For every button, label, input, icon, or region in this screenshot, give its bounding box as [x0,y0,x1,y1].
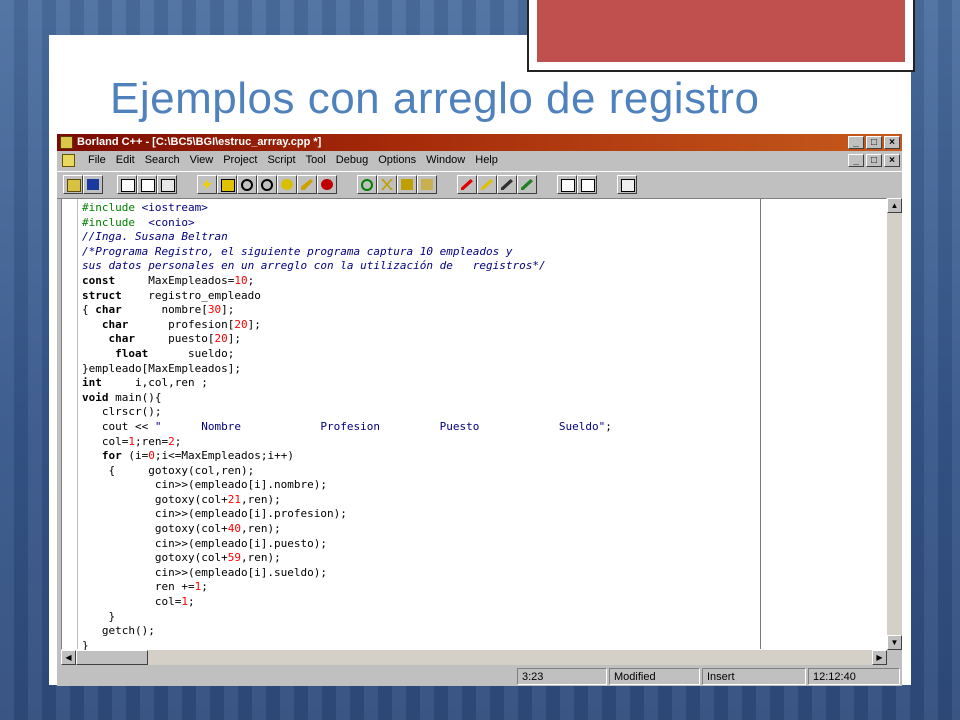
code-line: col=1; [82,595,195,609]
source-code[interactable]: #include <iostream> #include <conio>//Ing… [82,201,612,653]
menu-view[interactable]: View [185,151,219,170]
find-icon[interactable] [237,175,257,194]
pen-icon[interactable] [297,175,317,194]
code-line: const MaxEmpleados=10; [82,273,255,287]
inspect-icon[interactable] [517,175,537,194]
code-line: #include <iostream> [82,201,208,214]
code-line: char puesto[20]; [108,332,241,346]
code-editor[interactable]: #include <iostream> #include <conio>//Ing… [61,198,887,653]
code-line: gotoxy(col+59,ren); [82,551,281,565]
code-line: //Inga. Susana Beltran [82,230,228,244]
cursor-position: 3:23 [517,668,607,685]
doc-restore-button[interactable]: □ [866,154,882,167]
step-icon[interactable] [477,175,497,194]
code-line: gotoxy(col+21,ren); [82,492,281,506]
code-line: sus datos personales en un arreglo con l… [82,259,546,273]
window-icon[interactable] [557,175,577,194]
red-accent-block [537,0,905,62]
menu-project[interactable]: Project [218,151,262,170]
menu-help[interactable]: Help [470,151,503,170]
code-line: int i,col,ren ; [82,376,208,390]
scroll-right-icon[interactable]: ▶ [872,650,887,665]
menu-window[interactable]: Window [421,151,470,170]
open-file-icon[interactable] [63,175,83,194]
close-button[interactable]: × [884,136,900,149]
code-line: float sueldo; [115,346,235,360]
save-icon[interactable] [83,175,103,194]
app-icon[interactable] [60,136,73,149]
menu-file[interactable]: File [83,151,111,170]
editor-gutter [62,199,78,649]
undo-icon[interactable] [357,175,377,194]
code-line: getch(); [82,624,155,638]
replace-icon[interactable] [257,175,277,194]
title-accent-box [527,0,915,72]
breakpoint-icon[interactable] [497,175,517,194]
doc-minimize-button[interactable]: _ [848,154,864,167]
window-titlebar[interactable]: Borland C++ - [C:\BC5\BGI\estruc_arrray.… [57,134,902,151]
status-bar: 3:23 Modified Insert 12:12:40 [57,667,902,686]
code-line: /*Programa Registro, el siguiente progra… [82,244,513,258]
code-line: char profesion[20]; [101,317,261,331]
scroll-down-icon[interactable]: ▼ [887,635,902,650]
code-line: { gotoxy(col,ren); [82,463,255,477]
minimize-button[interactable]: _ [848,136,864,149]
code-line: cin>>(empleado[i].sueldo); [82,565,328,579]
code-line: clrscr(); [82,405,162,419]
code-line: cin>>(empleado[i].profesion); [82,507,347,521]
split-icon[interactable] [577,175,597,194]
code-line: #include <conio> [82,215,195,229]
menu-tool[interactable]: Tool [301,151,331,170]
menu-script[interactable]: Script [262,151,300,170]
project-icon[interactable] [137,175,157,194]
code-line: void main(){ [82,390,162,404]
stop-icon[interactable] [277,175,297,194]
code-line: cin>>(empleado[i].puesto); [82,536,328,550]
clock: 12:12:40 [808,668,900,685]
code-line: }empleado[MaxEmpleados]; [82,361,241,375]
new-file-icon[interactable] [117,175,137,194]
scroll-left-icon[interactable]: ◀ [61,650,76,665]
window-title: Borland C++ - [C:\BC5\BGI\estruc_arrray.… [77,136,322,148]
toolbar [57,171,902,199]
right-margin-line [760,199,761,649]
modified-indicator: Modified [609,668,700,685]
slide-title: Ejemplos con arreglo de registro [110,74,760,123]
vertical-scrollbar[interactable]: ▲ ▼ [887,198,902,650]
code-line: { char nombre[30]; [82,303,235,317]
code-line: gotoxy(col+40,ren); [82,522,281,536]
paste-icon[interactable] [397,175,417,194]
insert-mode: Insert [702,668,806,685]
horizontal-scroll-thumb[interactable] [76,650,148,665]
lock-icon[interactable] [417,175,437,194]
code-line: cin>>(empleado[i].nombre); [82,478,328,492]
menu-debug[interactable]: Debug [331,151,373,170]
code-line: } [82,609,116,623]
menu-options[interactable]: Options [373,151,421,170]
lightning-icon[interactable] [197,175,217,194]
menu-search[interactable]: Search [140,151,185,170]
copy-icon[interactable] [157,175,177,194]
horizontal-scrollbar[interactable]: ◀ ▶ [61,650,887,665]
document-icon[interactable] [62,154,75,167]
build-icon[interactable] [217,175,237,194]
code-line: cout << " Nombre Profesion Puesto Sueldo… [82,419,612,433]
code-line: for (i=0;i<=MaxEmpleados;i++) [101,449,294,463]
marker-icon[interactable] [457,175,477,194]
maximize-button[interactable]: □ [866,136,882,149]
code-line: ren +=1; [82,580,208,594]
menu-bar: File Edit Search View Project Script Too… [57,151,902,170]
borland-window: Borland C++ - [C:\BC5\BGI\estruc_arrray.… [57,134,902,686]
scroll-up-icon[interactable]: ▲ [887,198,902,213]
code-line: col=1;ren=2; [82,434,182,448]
help-icon[interactable] [617,175,637,194]
doc-close-button[interactable]: × [884,154,900,167]
run-icon[interactable] [317,175,337,194]
cut-icon[interactable] [377,175,397,194]
menu-edit[interactable]: Edit [111,151,140,170]
code-line: struct registro_empleado [82,288,261,302]
